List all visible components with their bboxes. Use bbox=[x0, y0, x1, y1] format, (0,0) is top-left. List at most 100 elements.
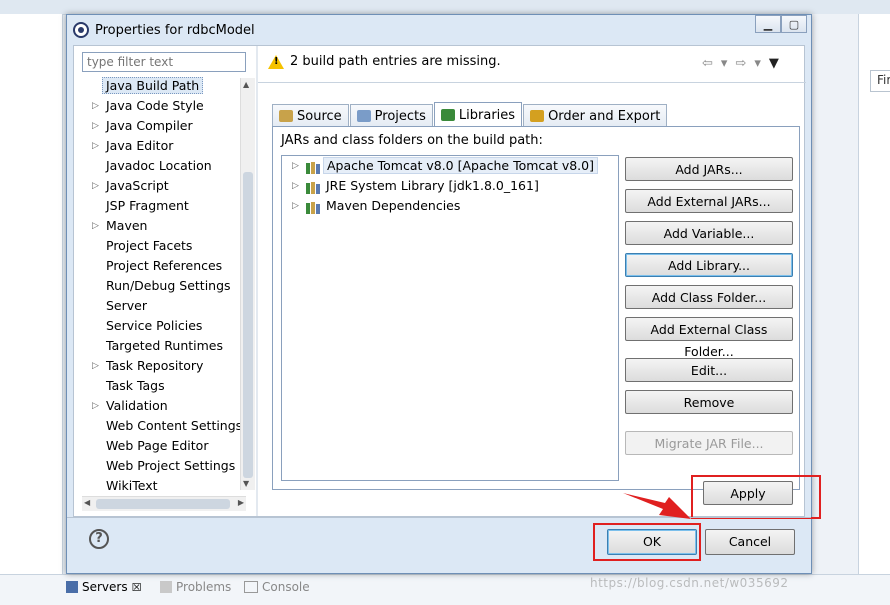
page-navigation: ⇦ ▾ ⇨ ▾ ▼ bbox=[702, 56, 779, 71]
expand-arrow-icon[interactable]: ▷ bbox=[92, 116, 99, 136]
edit-button[interactable]: Edit... bbox=[625, 358, 793, 382]
tab-projects[interactable]: Projects bbox=[349, 104, 433, 127]
expand-arrow-icon[interactable]: ▷ bbox=[92, 176, 99, 196]
ide-find-input[interactable]: Fir bbox=[870, 70, 890, 92]
tree-item[interactable]: ▷ Java Code Style bbox=[82, 96, 246, 116]
view-menu-icon[interactable]: ▼ bbox=[769, 56, 779, 71]
tree-item[interactable]: Java Build Path bbox=[82, 76, 246, 96]
tree-item-label: Validation bbox=[106, 398, 168, 413]
tree-item[interactable]: WikiText bbox=[82, 476, 246, 492]
libraries-label: JARs and class folders on the build path… bbox=[281, 133, 543, 148]
library-item-label: Maven Dependencies bbox=[326, 198, 461, 213]
tree-item-label: Server bbox=[106, 298, 147, 313]
tree-item[interactable]: Server bbox=[82, 296, 246, 316]
tab-source[interactable]: Source bbox=[272, 104, 349, 127]
page-message: 2 build path entries are missing. bbox=[268, 54, 501, 69]
tree-item[interactable]: Web Page Editor bbox=[82, 436, 246, 456]
tree-item-label: Task Repository bbox=[106, 358, 204, 373]
tree-horizontal-scrollbar[interactable]: ◀ ▶ bbox=[82, 496, 246, 511]
cancel-button[interactable]: Cancel bbox=[705, 529, 795, 555]
tree-item[interactable]: Javadoc Location bbox=[82, 156, 246, 176]
scrollbar-thumb[interactable] bbox=[243, 172, 253, 478]
tree-item[interactable]: JSP Fragment bbox=[82, 196, 246, 216]
expand-arrow-icon[interactable]: ▷ bbox=[92, 356, 99, 376]
minimize-button[interactable]: ▁ bbox=[755, 15, 781, 33]
add-variable-button[interactable]: Add Variable... bbox=[625, 221, 793, 245]
add-class-folder-button[interactable]: Add Class Folder... bbox=[625, 285, 793, 309]
tab-libraries[interactable]: Libraries bbox=[433, 102, 523, 127]
add-external-class-folder-button[interactable]: Add External Class Folder... bbox=[625, 317, 793, 359]
scroll-right-icon[interactable]: ▶ bbox=[238, 498, 244, 507]
library-item[interactable]: ▷ JRE System Library [jdk1.8.0_161] bbox=[282, 176, 618, 196]
migrate-jar-button[interactable]: Migrate JAR File... bbox=[625, 431, 793, 455]
console-tab[interactable]: Console bbox=[244, 580, 310, 594]
expand-arrow-icon[interactable]: ▷ bbox=[92, 216, 99, 236]
servers-tab[interactable]: Servers ☒ bbox=[66, 580, 141, 594]
problems-tab[interactable]: Problems bbox=[160, 580, 231, 594]
scroll-down-icon[interactable]: ▼ bbox=[243, 479, 249, 488]
scroll-left-icon[interactable]: ◀ bbox=[84, 498, 90, 507]
help-icon[interactable]: ? bbox=[89, 529, 109, 549]
property-page-tree: Java Build Path ▷ Java Code Style ▷ Java Com… bbox=[82, 76, 246, 492]
close-icon[interactable]: ☒ bbox=[132, 581, 142, 594]
ide-left-panel bbox=[0, 14, 63, 574]
tree-item[interactable]: Targeted Runtimes bbox=[82, 336, 246, 356]
tree-item[interactable]: ▷ Task Repository bbox=[82, 356, 246, 376]
tree-item-label: Java Build Path bbox=[102, 77, 204, 94]
back-icon[interactable]: ⇦ bbox=[702, 56, 713, 71]
scroll-up-icon[interactable]: ▲ bbox=[243, 80, 249, 89]
filter-input[interactable] bbox=[82, 52, 246, 72]
tree-item-label: Web Page Editor bbox=[106, 438, 209, 453]
tree-item-label: Web Project Settings bbox=[106, 458, 236, 473]
apply-highlight-box bbox=[691, 475, 821, 519]
expand-arrow-icon[interactable]: ▷ bbox=[92, 396, 99, 416]
tree-item[interactable]: ▷ Java Compiler bbox=[82, 116, 246, 136]
order-icon bbox=[530, 110, 545, 122]
back-menu-icon[interactable]: ▾ bbox=[721, 56, 728, 71]
tab-order-and-export[interactable]: Order and Export bbox=[523, 104, 668, 127]
add-jars-button[interactable]: Add JARs... bbox=[625, 157, 793, 181]
tree-item[interactable]: Service Policies bbox=[82, 316, 246, 336]
dialog-title: Properties for rdbcModel bbox=[95, 22, 255, 38]
folder-icon bbox=[279, 110, 293, 122]
library-item[interactable]: ▷ Maven Dependencies bbox=[282, 196, 618, 216]
expand-arrow-icon[interactable]: ▷ bbox=[92, 96, 99, 116]
expand-arrow-icon[interactable]: ▷ bbox=[292, 156, 299, 176]
tree-item[interactable]: ▷ Validation bbox=[82, 396, 246, 416]
expand-arrow-icon[interactable]: ▷ bbox=[292, 176, 299, 196]
forward-icon[interactable]: ⇨ bbox=[735, 56, 746, 71]
dialog-titlebar[interactable]: Properties for rdbcModel ▁ ▢ bbox=[67, 15, 811, 45]
watermark: https://blog.csdn.net/w035692 bbox=[590, 576, 789, 590]
tree-item[interactable]: ▷ Maven bbox=[82, 216, 246, 236]
tree-item[interactable]: Project References bbox=[82, 256, 246, 276]
tree-item[interactable]: Web Project Settings bbox=[82, 456, 246, 476]
tree-item-label: WikiText bbox=[106, 478, 158, 492]
add-external-jars-button[interactable]: Add External JARs... bbox=[625, 189, 793, 213]
library-item[interactable]: ▷ Apache Tomcat v8.0 [Apache Tomcat v8.0] bbox=[282, 156, 618, 176]
tree-item[interactable]: Task Tags bbox=[82, 376, 246, 396]
tree-item[interactable]: Web Content Settings bbox=[82, 416, 246, 436]
expand-arrow-icon[interactable]: ▷ bbox=[292, 196, 299, 216]
warning-icon bbox=[268, 54, 284, 69]
panel-sash[interactable] bbox=[256, 46, 258, 516]
tree-item-label: Service Policies bbox=[106, 318, 203, 333]
library-icon bbox=[306, 200, 320, 214]
library-icon bbox=[306, 180, 320, 194]
remove-button[interactable]: Remove bbox=[625, 390, 793, 414]
dialog-content: Java Build Path▷Java Code Style▷Java Com… bbox=[73, 45, 806, 517]
maximize-button[interactable]: ▢ bbox=[781, 15, 807, 33]
tree-item[interactable]: ▷ JavaScript bbox=[82, 176, 246, 196]
scrollbar-thumb[interactable] bbox=[96, 499, 230, 509]
forward-menu-icon[interactable]: ▾ bbox=[754, 56, 761, 71]
tree-item-label: Web Content Settings bbox=[106, 418, 243, 433]
tree-item[interactable]: Project Facets bbox=[82, 236, 246, 256]
tree-item-label: JSP Fragment bbox=[106, 198, 189, 213]
tree-vertical-scrollbar[interactable]: ▲ ▼ bbox=[240, 78, 255, 490]
tree-item-label: Targeted Runtimes bbox=[106, 338, 223, 353]
tree-item-label: Java Code Style bbox=[106, 98, 204, 113]
tree-item[interactable]: ▷ Java Editor bbox=[82, 136, 246, 156]
expand-arrow-icon[interactable]: ▷ bbox=[92, 136, 99, 156]
tree-item-label: Maven bbox=[106, 218, 148, 233]
add-library-button[interactable]: Add Library... bbox=[625, 253, 793, 277]
tree-item[interactable]: Run/Debug Settings bbox=[82, 276, 246, 296]
